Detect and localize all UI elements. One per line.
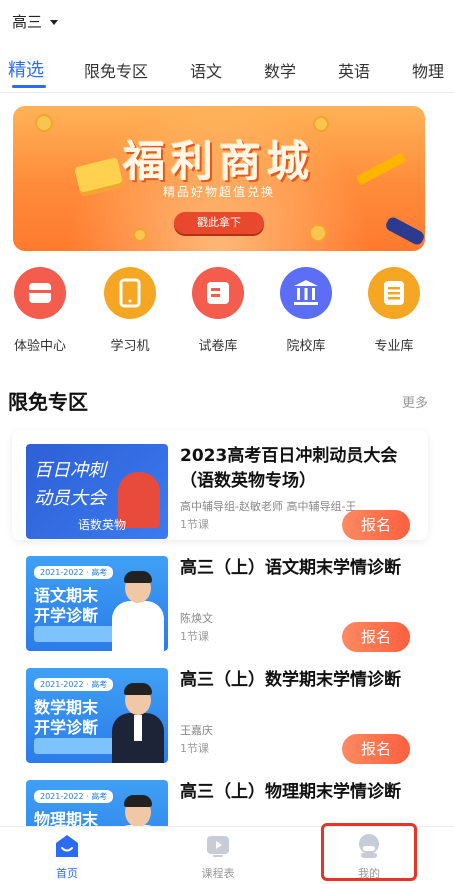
course-thumbnail: 百日冲刺 动员大会 语数英物 [26,444,168,539]
active-tab-indicator [12,85,46,88]
shortcut-label: 专业库 [374,339,414,354]
nav-label: 课程表 [201,867,235,880]
banner-subtitle: 精品好物超值兑换 [162,185,275,199]
exam-paper-icon [192,267,244,319]
teacher-photo [112,683,164,763]
signup-button[interactable]: 报名 [342,510,410,540]
more-link[interactable]: 更多 [402,392,428,411]
course-title: 2023高考百日冲刺动员大会（语数英物专场） [180,446,398,491]
experience-center-icon [14,267,66,319]
shortcut-major[interactable]: 专业库 [354,267,434,354]
book-figure [34,626,114,642]
tab-free-zone[interactable]: 限免专区 [84,58,148,82]
thumbnail-text: 开学诊断 [34,718,99,737]
tab-math[interactable]: 数学 [264,58,296,82]
shortcut-experience-center[interactable]: 体验中心 [0,267,80,354]
banner-cta-button[interactable]: 戳此拿下 [174,212,264,234]
course-card[interactable]: 百日冲刺 动员大会 语数英物 2023高考百日冲刺动员大会（语数英物专场） 高中… [12,430,428,540]
nav-schedule[interactable]: 课程表 [178,833,258,881]
section-title: 限免专区 [8,390,88,414]
book-figure [34,738,114,754]
grade-label: 高三 [12,12,43,31]
nav-home[interactable]: 首页 [27,833,107,881]
nav-label: 首页 [56,867,78,880]
thumbnail-text: 语数英物 [78,518,127,532]
thumbnail-tag: 2021-2022 · 高考 [34,566,114,579]
thumbnail-text: 开学诊断 [34,606,99,625]
shortcut-label: 院校库 [286,339,326,354]
major-list-icon [368,267,420,319]
course-title: 高三（上）数学期末学情诊断 [180,670,401,690]
course-title: 高三（上）物理期末学情诊断 [180,782,401,802]
course-thumbnail: 2021-2022 · 高考 数学期末 开学诊断 [26,668,168,763]
coin-icon [133,228,147,242]
shortcut-exam-paper[interactable]: 试卷库 [178,267,258,354]
course-card[interactable]: 2021-2022 · 高考 语文期末 开学诊断 高三（上）语文期末学情诊断 陈… [12,542,428,652]
app-screen: 高三 精选 限免专区 语文 数学 英语 物理 福利商城 精品好物超值兑换 戳此拿… [0,0,454,884]
thumbnail-tag: 2021-2022 · 高考 [34,790,114,803]
shortcut-label: 试卷库 [198,339,238,354]
highlight-box [321,823,417,881]
tab-physics[interactable]: 物理 [412,58,444,82]
coin-icon [309,224,327,242]
tab-featured[interactable]: 精选 [8,56,44,82]
shortcut-university[interactable]: 院校库 [266,267,346,354]
signup-button[interactable]: 报名 [342,734,410,764]
course-title: 高三（上）语文期末学情诊断 [180,558,401,578]
course-lessons: 1节课 [180,630,209,643]
banner-title: 福利商城 [122,137,315,186]
university-icon [280,267,332,319]
thumbnail-tag: 2021-2022 · 高考 [34,678,114,691]
category-tabs: 精选 限免专区 语文 数学 英语 物理 [0,50,454,90]
course-lessons: 1节课 [180,742,209,755]
tab-chinese[interactable]: 语文 [190,58,222,82]
course-lessons: 1节课 [180,518,209,531]
shortcut-grid: 体验中心 学习机 试卷库 院校库 专业库 [0,267,454,367]
shortcut-label: 体验中心 [13,339,66,354]
thumbnail-text: 动员大会 [34,488,106,509]
promo-banner[interactable]: 福利商城 精品好物超值兑换 戳此拿下 [13,106,425,251]
signup-button[interactable]: 报名 [342,622,410,652]
tab-english[interactable]: 英语 [338,58,370,82]
teacher-photo [112,571,164,651]
tablet-icon [104,267,156,319]
grade-selector[interactable]: 高三 [12,10,59,32]
course-card[interactable]: 2021-2022 · 高考 数学期末 开学诊断 高三（上）数学期末学情诊断 王… [12,654,428,764]
thumbnail-text: 百日冲刺 [34,460,106,481]
course-thumbnail: 2021-2022 · 高考 语文期末 开学诊断 [26,556,168,651]
home-icon [54,833,80,859]
shortcut-label: 学习机 [110,339,150,354]
shortcut-tablet[interactable]: 学习机 [90,267,170,354]
caret-down-icon [50,19,59,25]
tabs-divider [0,92,454,93]
schedule-icon [205,833,231,859]
